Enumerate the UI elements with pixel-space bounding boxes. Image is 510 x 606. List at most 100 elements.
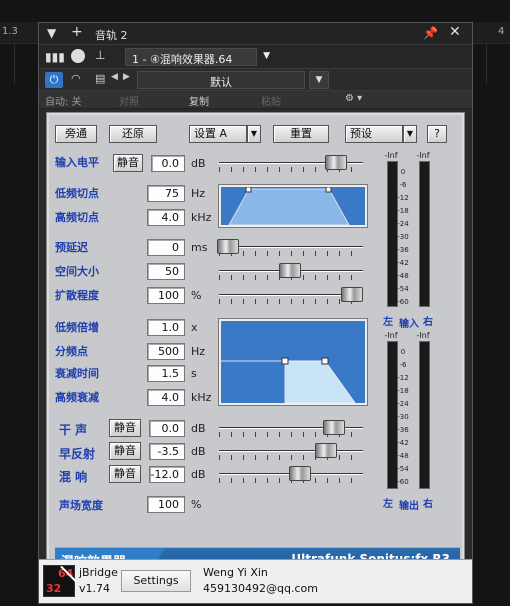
decay-label: 衰减时间 [55,367,99,380]
predelay-label: 预延迟 [55,241,88,254]
plugin-titlebar: ▼ + 音轨 2 📌 ✕ [39,23,472,45]
setup-chevron-icon[interactable]: ▼ [247,125,261,143]
high-cut-value[interactable]: 4.0 [147,209,185,226]
auto-label[interactable]: 自动: 关 [45,93,82,108]
high-damp-value[interactable]: 4.0 [147,389,185,406]
help-button[interactable]: ? [427,125,447,143]
preset-button[interactable]: 预设 [345,125,403,143]
pin-icon[interactable]: 📌 [423,26,438,40]
reverb-label: 混 响 [59,470,88,484]
ruler-mark-right: 4 [498,26,505,37]
dry-mute-button[interactable]: 静音 [109,419,141,437]
bass-mult-unit: x [191,321,198,334]
compare-button[interactable]: 对照 [119,93,139,108]
mode-dropdown[interactable]: 默认 [137,71,305,89]
preset-chevron-icon[interactable]: ▼ [403,125,417,143]
output-meter-right [419,341,430,489]
crossover-label: 分频点 [55,345,88,358]
bars-icon[interactable]: ▮▮▮ [45,50,65,64]
predelay-slider[interactable] [217,239,239,254]
width-label: 声场宽度 [59,499,103,512]
input-right-peak: -Inf [416,151,430,160]
dry-value[interactable]: 0.0 [149,420,185,437]
reverb-mute-button[interactable]: 静音 [109,465,141,483]
reverb-value[interactable]: -12.0 [149,466,185,483]
automation-bar: 自动: 关 对照 复制 粘贴 ⚙ ▾ [39,91,472,109]
width-value[interactable]: 100 [147,496,185,513]
gauge-icon[interactable]: ◠ [71,72,81,85]
decay-value[interactable]: 1.5 [147,365,185,382]
preset-name: 1 - ④混响效果器.64 [132,53,233,66]
jbridge-bar: 64 32 jBridge v1.74 Settings Weng Yi Xin… [39,559,472,603]
room-size-label: 空间大小 [55,265,99,278]
input-level-slider[interactable] [325,155,347,170]
input-mute-button[interactable]: 静音 [113,154,143,172]
bypass-button[interactable]: 旁通 [55,125,97,143]
low-cut-label: 低频切点 [55,187,99,200]
low-cut-handle [245,187,252,193]
input-meter-right [419,161,430,307]
crossover-unit: Hz [191,345,206,358]
close-icon[interactable]: ✕ [449,24,461,40]
reverb-unit: dB [191,468,206,481]
high-cut-unit: kHz [191,211,212,224]
diffusion-slider[interactable] [341,287,363,302]
decay-graph[interactable] [218,318,368,406]
mode-chevron-icon[interactable]: ▼ [309,71,329,89]
paste-button[interactable]: 粘贴 [261,93,281,108]
output-right-label: 右 [423,499,433,510]
reverb-slider[interactable] [289,466,311,481]
output-meter-title: 输出 [399,501,419,512]
dry-unit: dB [191,422,206,435]
room-size-value[interactable]: 50 [147,263,185,280]
next-icon[interactable]: ▶ [123,72,130,82]
prev-icon[interactable]: ◀ [111,72,118,82]
routing-icon[interactable]: ⊥ [95,48,105,62]
reset-button[interactable]: 重置 [273,125,329,143]
input-meter-title: 输入 [399,319,419,330]
diffusion-unit: % [191,289,202,302]
preset-dropdown[interactable]: 1 - ④混响效果器.64 ▼ [125,48,270,66]
crossover-handle [281,357,289,365]
copy-button[interactable]: 复制 [189,93,209,108]
early-slider[interactable] [315,443,337,458]
high-damp-unit: kHz [191,391,212,404]
clock-icon[interactable] [71,49,85,63]
chevron-down-icon: ▼ [263,51,270,61]
diffusion-value[interactable]: 100 [147,287,185,304]
decay-unit: s [191,367,197,380]
input-level-label: 输入电平 [55,156,99,169]
bass-mult-value[interactable]: 1.0 [147,319,185,336]
input-level-value[interactable]: 0.0 [151,155,185,172]
input-left-label: 左 [383,317,393,328]
eq-filter-graph[interactable] [218,184,368,228]
output-left-peak: -Inf [384,331,398,340]
low-cut-value[interactable]: 75 [147,185,185,202]
jbridge-name: jBridge [79,566,118,579]
jbridge-logo: 64 32 [43,565,78,599]
bass-mult-label: 低频倍增 [55,321,99,334]
jbridge-version: v1.74 [79,582,111,595]
jbridge-settings-button[interactable]: Settings [121,570,191,592]
reverb-plugin-panel: 旁通 还原 设置 A ▼ 重置 预设 ▼ ? 输入电平 静音 0.0 dB 低频… [46,112,465,570]
collapse-icon[interactable]: ▼ [47,26,56,40]
add-icon[interactable]: + [71,24,83,40]
file-icon[interactable]: ▤ [95,72,105,85]
restore-button[interactable]: 还原 [109,125,157,143]
output-left-label: 左 [383,499,393,510]
setup-button[interactable]: 设置 A [189,125,247,143]
low-cut-unit: Hz [191,187,206,200]
crossover-value[interactable]: 500 [147,343,185,360]
predelay-value[interactable]: 0 [147,239,185,256]
room-size-slider[interactable] [279,263,301,278]
high-cut-label: 高频切点 [55,211,99,224]
output-right-peak: -Inf [416,331,430,340]
ruler-mark-left: 1.3 [2,26,18,37]
width-unit: % [191,498,202,511]
dry-slider[interactable] [323,420,345,435]
early-label: 早反射 [59,447,96,461]
settings-gear-icon[interactable]: ⚙ ▾ [345,93,362,104]
early-value[interactable]: -3.5 [149,443,185,460]
early-mute-button[interactable]: 静音 [109,442,141,460]
power-icon[interactable]: ⏻ [45,72,63,88]
